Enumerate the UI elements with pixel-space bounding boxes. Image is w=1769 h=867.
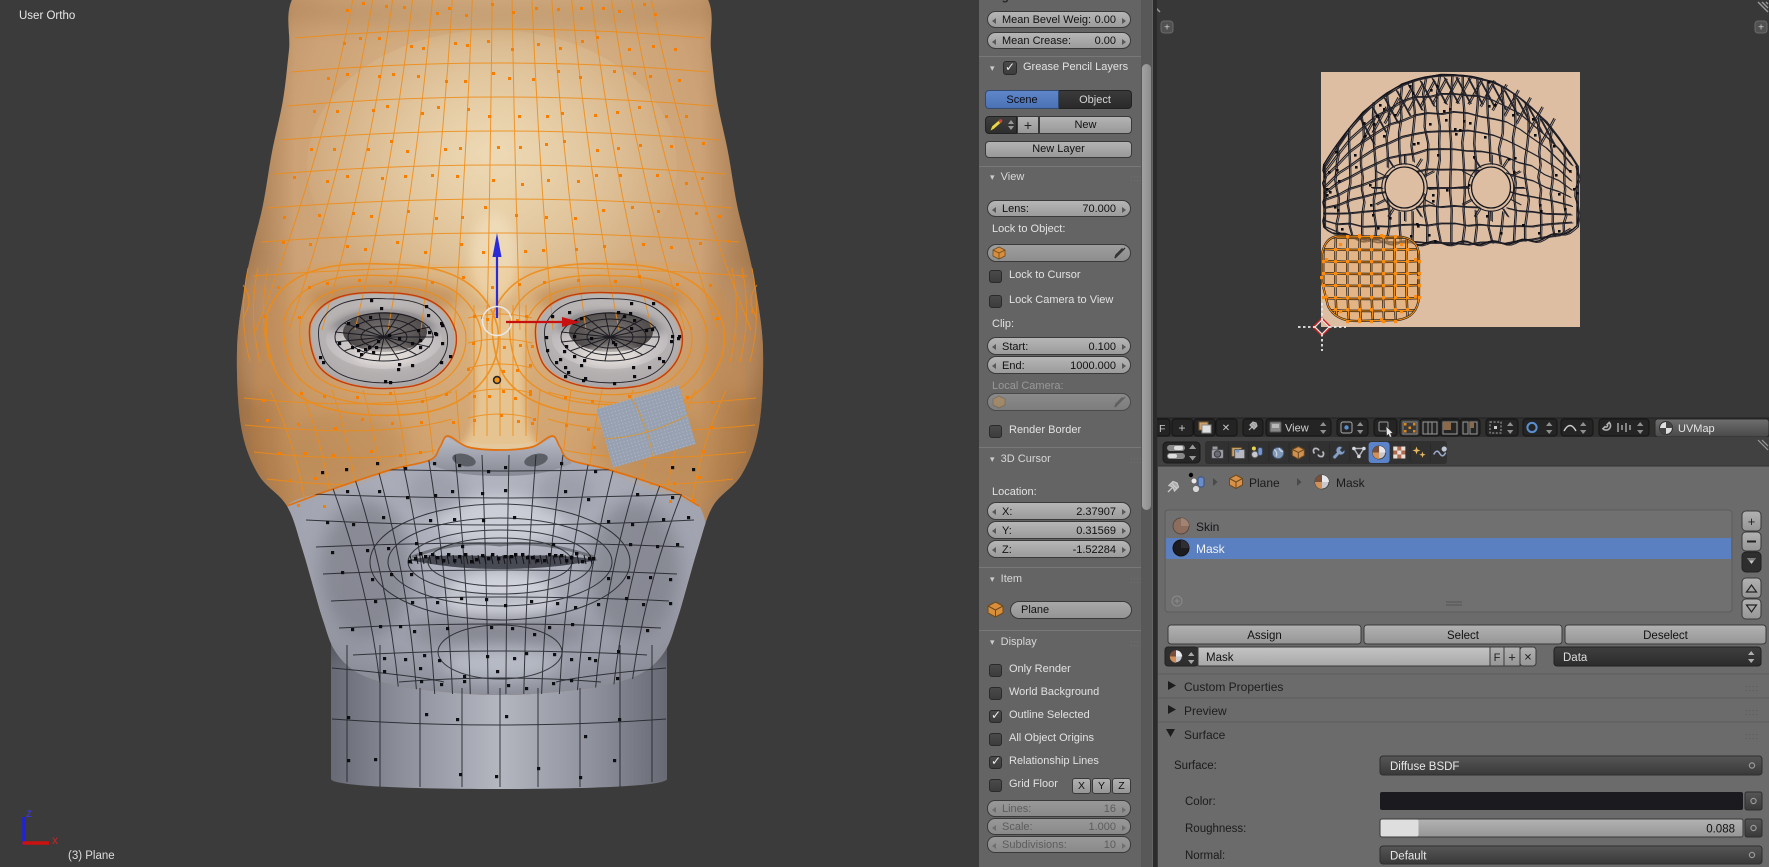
svg-text:+: +	[1164, 23, 1170, 34]
svg-text:+: +	[1758, 23, 1764, 34]
svg-text:Normal:: Normal:	[1185, 850, 1225, 862]
svg-text:Diffuse BSDF: Diffuse BSDF	[1390, 761, 1459, 773]
svg-text:x: x	[52, 833, 58, 847]
svg-text:Mask: Mask	[1336, 476, 1366, 490]
svg-text:Assign: Assign	[1247, 630, 1282, 642]
svg-text:0.088: 0.088	[1706, 824, 1735, 836]
svg-text:Mask: Mask	[1206, 652, 1234, 664]
svg-text:+: +	[1748, 514, 1756, 529]
svg-text:+: +	[1178, 421, 1185, 435]
svg-text:Surface: Surface	[1184, 728, 1226, 742]
svg-text:::::: ::::	[1745, 683, 1759, 693]
svg-text:Data: Data	[1563, 652, 1588, 664]
svg-text:::::: ::::	[1745, 731, 1759, 741]
svg-text:+: +	[1508, 650, 1516, 665]
svg-text:User Ortho: User Ortho	[19, 10, 75, 22]
svg-text:UVMap: UVMap	[1678, 423, 1715, 435]
svg-text:Select: Select	[1447, 630, 1480, 642]
svg-text:z: z	[26, 806, 32, 820]
svg-text:::::: ::::	[1745, 707, 1759, 717]
svg-text:Preview: Preview	[1184, 704, 1227, 718]
svg-text:✕: ✕	[1524, 653, 1532, 664]
svg-text:Default: Default	[1390, 851, 1427, 863]
svg-text:F: F	[1494, 652, 1501, 664]
svg-text:✕: ✕	[1222, 423, 1230, 434]
svg-text:Roughness:: Roughness:	[1185, 823, 1246, 835]
svg-text:(3) Plane: (3) Plane	[68, 850, 115, 862]
svg-text:F: F	[1159, 423, 1165, 435]
svg-text:Skin: Skin	[1196, 520, 1219, 534]
svg-text:Plane: Plane	[1249, 476, 1280, 490]
svg-text:Color:: Color:	[1185, 796, 1216, 808]
svg-text:View: View	[1285, 423, 1309, 435]
svg-text:Mask: Mask	[1196, 542, 1226, 556]
svg-text:Surface:: Surface:	[1174, 760, 1217, 772]
svg-text:Custom Properties: Custom Properties	[1184, 680, 1283, 694]
svg-text:Deselect: Deselect	[1643, 630, 1689, 642]
